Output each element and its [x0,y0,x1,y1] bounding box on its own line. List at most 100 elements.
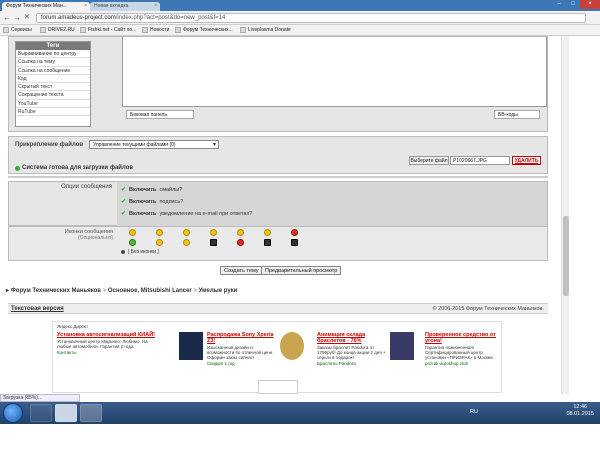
no-icon-option[interactable]: [ Без иконки ] [121,249,159,255]
file-explorer-icon[interactable] [30,404,52,422]
bookmark-item[interactable]: Liveplasma Donate [240,27,291,33]
tab-label: Форум Технических Ман... [6,3,67,9]
option-signature[interactable]: ✔ Включить подпись? [121,199,183,206]
smiley-icon[interactable] [183,239,190,246]
ads-label: Яндекс.Директ [57,324,89,329]
checkbox-checked-icon[interactable]: ✔ [121,187,126,193]
forward-icon[interactable]: → [13,14,21,22]
options-label: Опции сообщения [61,184,113,190]
heart-icon[interactable] [237,239,244,246]
smiley-icon[interactable] [264,229,271,236]
url-path: /index.php?act=post&do=new_post&f=14 [115,15,226,21]
question-icon[interactable] [291,239,298,246]
stop-icon[interactable]: ✕ [24,14,30,22]
window-titlebar: Форум Технических Ман... × Новая вкладка… [0,0,600,11]
scroll-to-top-icon[interactable] [258,380,298,394]
bookmark-item[interactable]: Форум Технических... [175,27,233,33]
bookmarks-bar: Сервисы DRIVE2.RU Fishki.net - Сайт хо..… [0,25,600,36]
arrow-icon[interactable] [210,239,217,246]
smiley-icon[interactable] [129,229,136,236]
maximize-icon[interactable]: □ [566,0,580,9]
status-bar: Загрузка (85%)... [0,394,80,402]
question-icon[interactable] [264,239,271,246]
back-icon[interactable]: ← [3,14,11,22]
delete-file-button[interactable]: УДАЛИТЬ [512,156,541,165]
minimize-icon[interactable]: – [552,0,566,9]
create-topic-button[interactable]: Создать тему [220,266,263,275]
site-icon [40,27,46,33]
bookmark-item[interactable]: Fishki.net - Сайт хо... [80,27,136,33]
language-indicator[interactable]: RU [470,409,478,415]
tag-item[interactable]: RuTube [16,108,90,117]
check-icon [15,165,20,171]
browser-toolbar: ← → ✕ forum.amadeus-project.com/index.ph… [0,11,600,25]
copyright: © 2006-2015 Форум Технических Маньяков. [432,306,545,312]
post-icons-frame: Иконки сообщения (Опционально) [ Без ико… [8,226,548,261]
file-name: P1020667.JPG [450,156,510,165]
exclamation-icon[interactable] [291,229,298,236]
post-icons-sublabel: (Опционально) [78,235,113,241]
os-taskbar: RU 12:46 08.01.2015 [0,402,600,450]
tag-item[interactable]: Ссылка на сообщение [16,67,90,75]
site-icon [240,27,246,33]
smiley-icon[interactable] [156,229,163,236]
bbcode-button[interactable]: BB-коды [494,110,540,119]
tag-item[interactable]: Ссылка на тему [16,58,90,67]
ad-item[interactable]: Анимация склада браслетов - 76% Заказы б… [317,332,391,392]
preview-button[interactable]: Предварительный просмотр [261,266,342,275]
tab-new[interactable]: Новая вкладка × [90,2,160,11]
site-icon [142,27,148,33]
bookmark-item[interactable]: Новости [142,27,169,33]
tag-item[interactable]: Скрытый текст [16,83,90,92]
ad-item[interactable]: Проверенное средство от угона! Гарантия … [425,332,501,392]
option-smileys[interactable]: ✔ Включить смайлы? [121,187,182,194]
tag-item[interactable]: Сокращение текста [16,91,90,100]
bookmark-item[interactable]: DRIVE2.RU [40,27,75,33]
media-player-icon[interactable] [55,404,77,422]
tag-item[interactable]: Код [16,75,90,84]
clock[interactable]: 12:46 08.01.2015 [566,404,594,418]
chevron-down-icon: ▼ [212,142,217,148]
close-tab-icon[interactable]: × [84,3,87,9]
message-textarea[interactable] [122,37,547,107]
ad-item[interactable]: Установка автосигнализаций КИАЙ! Установ… [57,332,162,392]
smiley-icon[interactable] [210,229,217,236]
checkbox-checked-icon[interactable]: ✔ [121,211,126,217]
checkbox-checked-icon[interactable]: ✔ [121,199,126,205]
breadcrumb: ▸ Форум Технических Маньяков > Основное,… [6,288,238,294]
bookmark-item[interactable]: Сервисы [3,27,32,33]
close-window-icon[interactable]: × [580,0,600,9]
smiley-icon[interactable] [129,239,136,246]
footer-bar: Текстовая версия © 2006-2015 Форум Техни… [8,303,548,314]
side-panel-button[interactable]: Боковая панель [126,110,194,119]
smiley-icon[interactable] [156,239,163,246]
smiley-icon[interactable] [237,229,244,236]
tag-item[interactable]: Выравнивание по центру [16,50,90,59]
chrome-icon[interactable] [80,404,102,422]
breadcrumb-item[interactable]: Умелые руки [199,288,238,294]
phone-image[interactable] [179,332,203,360]
address-bar[interactable]: forum.amadeus-project.com/index.php?act=… [36,13,586,23]
radio-selected-icon[interactable] [121,250,125,254]
tags-panel: Теги Выравнивание по центру Ссылка на те… [15,41,91,127]
site-icon [80,27,86,33]
choose-file-button[interactable]: Выберите файл [409,156,449,165]
apps-icon [3,27,9,33]
tags-header: Теги [16,42,90,50]
text-version-link[interactable]: Текстовая версия [11,306,64,312]
car-image[interactable] [390,332,414,360]
option-email-notify[interactable]: ✔ Включить уведомление на e-mail при ответ… [121,211,252,218]
breadcrumb-item[interactable]: Форум Технических Маньяков [11,288,101,294]
close-tab-icon[interactable]: × [154,3,157,9]
breadcrumb-item[interactable]: Основное, Mitsubishi Lancer [108,288,192,294]
tab-label: Новая вкладка [94,3,129,9]
bracelet-image[interactable] [280,332,304,360]
options-frame: Опции сообщения ✔ Включить смайлы? ✔ Включи… [8,181,548,226]
start-button[interactable] [3,403,23,423]
tag-item[interactable]: YouTube [16,100,90,109]
scrollbar-thumb[interactable] [563,216,569,296]
smiley-icon[interactable] [183,229,190,236]
tab-forum[interactable]: Форум Технических Ман... × [2,2,90,11]
page-scrollbar[interactable] [561,36,569,394]
attachments-select[interactable]: Управление текущими файлами (0) ▼ [89,140,219,149]
